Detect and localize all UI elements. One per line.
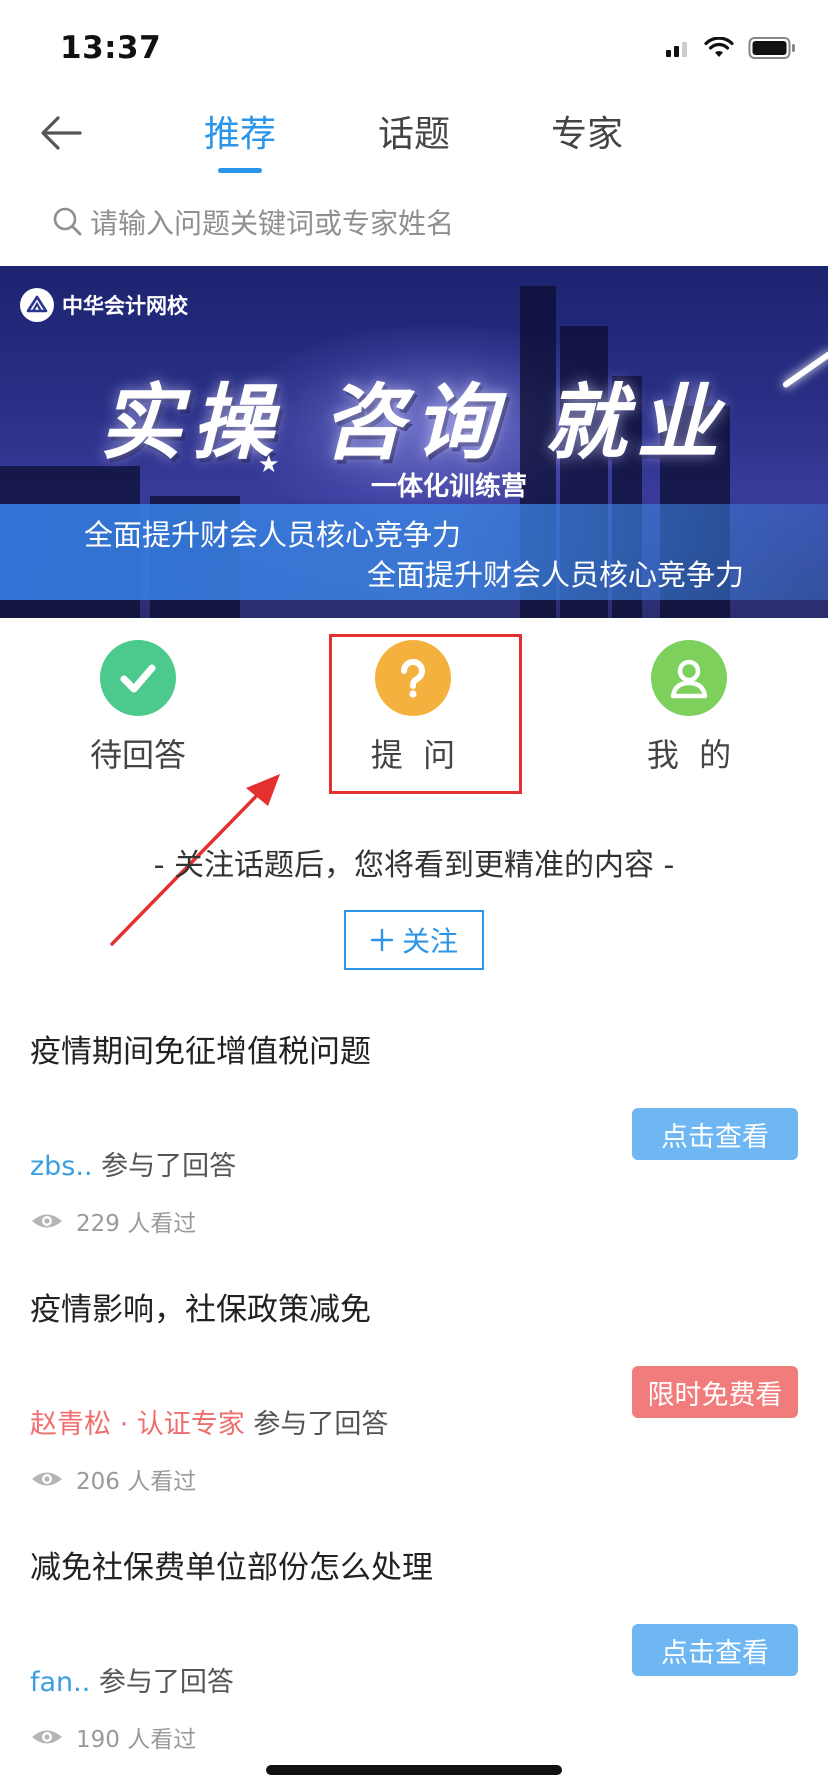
view-answer-button[interactable]: 点击查看: [632, 1108, 798, 1160]
answerer-name[interactable]: fan..: [30, 1667, 90, 1698]
view-count-text: 206 人看过: [76, 1469, 197, 1495]
active-tab-indicator: [218, 168, 262, 173]
follow-button[interactable]: 关注: [344, 910, 484, 970]
banner-title: 实操 咨询 就业: [99, 375, 729, 471]
promo-banner[interactable]: 中华会计网校 实操 咨询 就业 ★ 一体化训练营 全面提升财会人员核心竞争力 全…: [0, 266, 828, 618]
banner-slogan-2: 全面提升财会人员核心竞争力: [366, 558, 744, 592]
view-count-text: 190 人看过: [76, 1727, 197, 1753]
pending-answers-button[interactable]: 待回答: [58, 640, 218, 776]
view-count: 229 人看过: [30, 1204, 196, 1238]
follow-tip: - 关注话题后，您将看到更精准的内容 -: [153, 848, 675, 883]
search-placeholder: 请输入问题关键词或专家姓名: [90, 207, 455, 240]
tab-label: 话题: [377, 114, 450, 155]
question-card[interactable]: 减免社保费单位部份怎么处理 fan.. 参与了回答 190 人看过 点击查看: [0, 1542, 828, 1792]
banner-logo: 中华会计网校: [20, 288, 188, 322]
view-count-text: 229 人看过: [76, 1211, 197, 1237]
banner-slogan-1: 全面提升财会人员核心竞争力: [84, 518, 462, 552]
follow-button-label: 关注: [401, 925, 458, 958]
signal-icon: [664, 38, 690, 62]
answerer-name[interactable]: zbs..: [30, 1151, 93, 1182]
qa-home-screen: 13:37 推荐 话题 专家 请输入问题关键词或专家姓名 中华会计网校 实操 咨…: [0, 0, 828, 1792]
view-answer-button[interactable]: 点击查看: [632, 1624, 798, 1676]
question-title: 疫情影响，社保政策减免: [30, 1292, 371, 1328]
battery-icon: [748, 36, 796, 64]
eye-icon: [32, 1472, 62, 1486]
answer-meta: fan.. 参与了回答: [30, 1660, 234, 1699]
action-label: 我 的: [646, 736, 732, 774]
school-logo-icon: [20, 288, 54, 322]
question-title: 减免社保费单位部份怎么处理: [30, 1550, 433, 1586]
view-count: 190 人看过: [30, 1720, 196, 1754]
status-icons: [664, 36, 796, 64]
tab-label: 专家: [550, 114, 623, 155]
plus-icon: [370, 928, 394, 952]
answer-meta: zbs.. 参与了回答: [30, 1144, 236, 1183]
tab-bar: 推荐 话题 专家: [0, 105, 828, 175]
wifi-icon: [704, 36, 734, 63]
view-count: 206 人看过: [30, 1462, 196, 1496]
status-time: 13:37: [60, 30, 162, 66]
tab-experts[interactable]: 专家: [527, 105, 647, 157]
search-input[interactable]: 请输入问题关键词或专家姓名: [52, 200, 454, 244]
highlight-annotation-box: [329, 634, 522, 794]
home-indicator: [266, 1765, 562, 1775]
answer-action-text: 参与了回答: [92, 1151, 237, 1182]
question-title: 疫情期间免征增值税问题: [30, 1034, 371, 1070]
banner-subtitle: 一体化训练营: [370, 472, 527, 502]
question-card[interactable]: 疫情影响，社保政策减免 赵青松 · 认证专家 参与了回答 206 人看过 限时免…: [0, 1284, 828, 1542]
answer-action-text: 参与了回答: [244, 1409, 389, 1440]
answerer-name[interactable]: 赵青松 · 认证专家: [30, 1409, 245, 1440]
tab-label: 推荐: [203, 114, 276, 155]
banner-logo-text: 中华会计网校: [62, 294, 188, 318]
tab-recommend[interactable]: 推荐: [180, 105, 300, 173]
check-icon: [100, 640, 176, 716]
eye-icon: [32, 1730, 62, 1744]
tab-topics[interactable]: 话题: [354, 105, 474, 157]
question-card[interactable]: 疫情期间免征增值税问题 zbs.. 参与了回答 229 人看过 点击查看: [0, 1026, 828, 1284]
my-questions-button[interactable]: 我 的: [609, 640, 769, 776]
free-view-button[interactable]: 限时免费看: [632, 1366, 798, 1418]
search-icon: [53, 207, 82, 236]
user-icon: [651, 640, 727, 716]
answer-meta: 赵青松 · 认证专家 参与了回答: [30, 1402, 388, 1441]
eye-icon: [32, 1214, 62, 1228]
answer-action-text: 参与了回答: [90, 1667, 234, 1698]
